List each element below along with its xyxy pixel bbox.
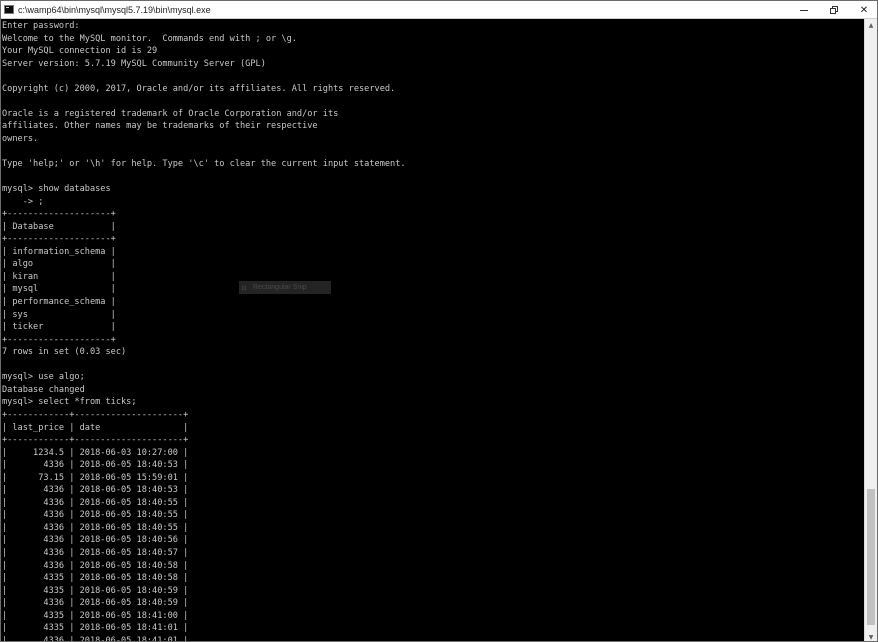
console-line: Database changed xyxy=(2,384,85,395)
console-line: Welcome to the MySQL monitor. Commands e… xyxy=(2,33,297,44)
console-output[interactable]: Enter password: Welcome to the MySQL mon… xyxy=(1,19,866,642)
console-line: Server version: 5.7.19 MySQL Community S… xyxy=(2,58,266,69)
console-line: mysql> select *from ticks; xyxy=(2,397,137,408)
console-line: | 4335 | 2018-06-05 18:40:58 | xyxy=(2,573,189,584)
console-line: +------------+---------------------+ xyxy=(2,409,189,420)
console-line: affiliates. Other names may be trademark… xyxy=(2,121,318,132)
console-line: | 4336 | 2018-06-05 18:40:53 | xyxy=(2,485,189,496)
console-line: Enter password: xyxy=(2,21,80,31)
console-line: Your MySQL connection id is 29 xyxy=(2,46,158,57)
scroll-up-arrow-icon[interactable]: ▲ xyxy=(865,19,877,31)
minimize-button[interactable] xyxy=(789,1,819,19)
minimize-icon xyxy=(800,9,808,11)
console-line: 7 rows in set (0.03 sec) xyxy=(2,347,127,358)
close-button[interactable]: ✕ xyxy=(849,1,877,19)
console-line: +--------------------+ xyxy=(2,334,116,345)
vertical-scrollbar[interactable]: ▲ ▼ xyxy=(864,19,877,641)
console-line: | kiran | xyxy=(2,271,116,282)
console-line: Copyright (c) 2000, 2017, Oracle and/or … xyxy=(2,83,396,94)
console-line: -> ; xyxy=(2,196,44,207)
console-line: | sys | xyxy=(2,309,116,320)
console-line: mysql> use algo; xyxy=(2,372,85,383)
window-controls: ✕ xyxy=(789,1,877,19)
console-line: | 4336 | 2018-06-05 18:40:55 | xyxy=(2,522,189,533)
console-line: mysql> show databases xyxy=(2,184,111,195)
console-line: | 4336 | 2018-06-05 18:40:55 | xyxy=(2,510,189,521)
close-icon: ✕ xyxy=(859,4,869,16)
console-line: | 4335 | 2018-06-05 18:41:00 | xyxy=(2,610,189,621)
scroll-down-arrow-icon[interactable]: ▼ xyxy=(865,631,877,641)
console-line: | 4336 | 2018-06-05 18:41:01 | xyxy=(2,635,189,642)
console-line: | algo | xyxy=(2,259,116,270)
window-title: c:\wamp64\bin\mysql\mysql5.7.19\bin\mysq… xyxy=(18,4,211,15)
console-line: | information_schema | xyxy=(2,246,116,257)
console-line: | 4336 | 2018-06-05 18:40:56 | xyxy=(2,535,189,546)
console-line: | mysql | xyxy=(2,284,116,295)
console-line: | 4336 | 2018-06-05 18:40:59 | xyxy=(2,598,189,609)
rectangular-snip-overlay[interactable]: Rectangular Snip xyxy=(239,281,331,294)
restore-button[interactable] xyxy=(819,1,849,19)
console-line: +--------------------+ xyxy=(2,234,116,245)
console-line: | 73.15 | 2018-06-05 15:59:01 | xyxy=(2,472,189,483)
console-line: | 4335 | 2018-06-05 18:40:59 | xyxy=(2,585,189,596)
snip-icon xyxy=(242,285,246,290)
snip-label: Rectangular Snip xyxy=(253,284,307,291)
console-line: | 1234.5 | 2018-06-03 10:27:00 | xyxy=(2,447,189,458)
title-bar[interactable]: c:\wamp64\bin\mysql\mysql5.7.19\bin\mysq… xyxy=(1,1,877,19)
console-line: +------------+---------------------+ xyxy=(2,435,189,446)
console-line: Oracle is a registered trademark of Orac… xyxy=(2,108,339,119)
console-line: | 4336 | 2018-06-05 18:40:58 | xyxy=(2,560,189,571)
console-line: | 4336 | 2018-06-05 18:40:53 | xyxy=(2,460,189,471)
console-line: | Database | xyxy=(2,221,116,232)
console-line: | ticker | xyxy=(2,322,116,333)
console-line: | 4336 | 2018-06-05 18:40:57 | xyxy=(2,547,189,558)
restore-icon xyxy=(830,6,838,14)
console-app-icon xyxy=(4,5,14,14)
console-line: owners. xyxy=(2,133,39,144)
console-text: Enter password: Welcome to the MySQL mon… xyxy=(1,19,866,642)
console-line: | performance_schema | xyxy=(2,297,116,308)
console-line: Type 'help;' or '\h' for help. Type '\c'… xyxy=(2,159,406,170)
console-line: +--------------------+ xyxy=(2,209,116,220)
console-line: | 4336 | 2018-06-05 18:40:55 | xyxy=(2,497,189,508)
console-line: | 4335 | 2018-06-05 18:41:01 | xyxy=(2,623,189,634)
console-line: | last_price | date | xyxy=(2,422,189,433)
scroll-thumb[interactable] xyxy=(867,489,875,625)
console-window: c:\wamp64\bin\mysql\mysql5.7.19\bin\mysq… xyxy=(0,0,878,642)
